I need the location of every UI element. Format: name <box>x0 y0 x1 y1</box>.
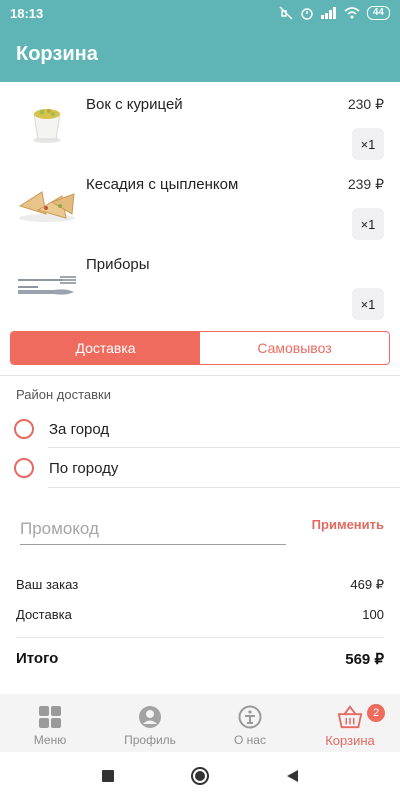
quesadilla-image <box>18 191 75 222</box>
basket-icon <box>337 704 363 730</box>
battery-indicator: 44 <box>366 6 390 20</box>
triangle-back-icon <box>287 770 298 782</box>
nav-label: Меню <box>33 733 67 747</box>
item-name: Приборы <box>86 256 150 273</box>
radio-outside-city[interactable]: За город <box>0 410 400 448</box>
quantity-button[interactable]: ×1 <box>352 288 384 320</box>
nav-label: Корзина <box>325 733 375 748</box>
page-title: Корзина <box>16 42 98 65</box>
delivery-method-toggle: Доставка Самовывоз <box>10 331 390 365</box>
cart-item[interactable]: Приборы ×1 <box>0 244 400 324</box>
nav-label: Профиль <box>124 733 176 747</box>
item-name: Вок с курицей <box>86 96 183 113</box>
info-icon <box>237 704 263 730</box>
quantity-button[interactable]: ×1 <box>352 128 384 160</box>
alarm-icon <box>301 8 313 20</box>
nav-profile[interactable]: Профиль <box>100 694 200 752</box>
divider <box>48 447 400 448</box>
promo-code-input[interactable] <box>20 513 286 545</box>
subtotal-label: Ваш заказ <box>16 577 79 592</box>
nav-about[interactable]: О нас <box>200 694 300 752</box>
status-bar: 18:13 44 <box>0 0 400 26</box>
nav-menu[interactable]: Меню <box>0 694 100 752</box>
delivery-cost-value: 100 <box>362 607 384 622</box>
mute-icon <box>279 6 293 20</box>
apply-promo-button[interactable]: Применить <box>312 517 384 532</box>
delivery-cost-label: Доставка <box>16 607 72 622</box>
cart-count-badge: 2 <box>367 704 385 722</box>
home-button[interactable] <box>185 761 215 791</box>
divider <box>48 487 400 488</box>
radio-label: По городу <box>49 459 119 477</box>
cart-item[interactable]: Вок с курицей 230 ₽ ×1 <box>0 84 400 164</box>
radio-label: За город <box>49 420 110 438</box>
quantity-button[interactable]: ×1 <box>352 208 384 240</box>
grid-icon <box>37 704 63 730</box>
status-icons: 44 <box>279 6 390 20</box>
signal-icon <box>320 7 336 19</box>
radio-button[interactable] <box>14 458 34 478</box>
radio-button[interactable] <box>14 419 34 439</box>
nav-label: О нас <box>234 733 266 747</box>
pickup-tab[interactable]: Самовывоз <box>200 332 389 364</box>
profile-icon <box>137 704 163 730</box>
circle-icon <box>191 767 209 785</box>
subtotal-value: 469 ₽ <box>350 577 384 592</box>
wifi-icon <box>344 7 360 19</box>
delivery-cost-row: Доставка 100 <box>16 607 384 622</box>
order-subtotal-row: Ваш заказ 469 ₽ <box>16 577 384 593</box>
system-navigation-bar <box>0 752 400 800</box>
cutlery-image <box>18 276 76 295</box>
recent-apps-button[interactable] <box>93 761 123 791</box>
app-bar: Корзина <box>0 26 400 82</box>
square-icon <box>102 770 114 782</box>
bottom-navigation: Меню Профиль О нас Корзина 2 <box>0 694 400 752</box>
item-price: 239 ₽ <box>347 176 384 192</box>
radio-in-city[interactable]: По городу <box>0 449 400 487</box>
delivery-tab[interactable]: Доставка <box>11 332 200 364</box>
total-row: Итого 569 ₽ <box>16 650 384 668</box>
item-name: Кесадия с цыпленком <box>86 176 239 193</box>
back-button[interactable] <box>277 761 307 791</box>
status-time: 18:13 <box>10 5 44 21</box>
total-label: Итого <box>16 650 59 667</box>
divider <box>0 375 400 376</box>
delivery-area-label: Район доставки <box>16 387 111 402</box>
wok-box-image <box>33 109 61 143</box>
item-price: 230 ₽ <box>347 96 384 112</box>
divider <box>16 637 384 638</box>
total-value: 569 ₽ <box>345 651 384 668</box>
nav-cart[interactable]: Корзина 2 <box>300 694 400 752</box>
cart-item[interactable]: Кесадия с цыпленком 239 ₽ ×1 <box>0 164 400 244</box>
